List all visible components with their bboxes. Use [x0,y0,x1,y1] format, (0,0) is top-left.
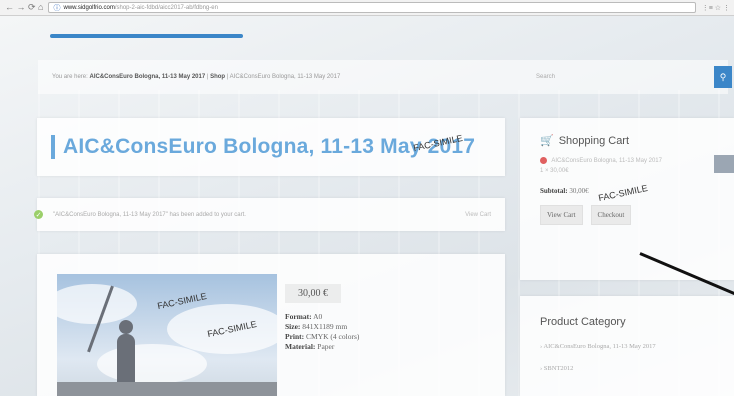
spec-value: CMYK (4 colors) [304,332,360,341]
search-button[interactable]: ⚲ [714,66,732,88]
page-title-card: AIC&ConsEuro Bologna, 11-13 May 2017 FAC… [37,118,505,176]
remove-item-icon[interactable] [540,157,547,164]
subtotal-label: Subtotal: [540,187,568,196]
product-specs: Format: A0 Size: 841X1189 mm Print: CMYK… [285,312,359,352]
url-path: /shop-2-aic-fdbd/aicc2017-ab/fdbng-en [114,4,218,11]
cart-icon: 🛒 [540,135,554,147]
product-card: FAC-SIMILE FAC-SIMILE 30,00 € Format: A0… [37,254,505,396]
header-accent-bar [50,34,243,38]
product-price: 30,00 € [285,284,341,303]
cart-item: AIC&ConsEuro Bologna, 11-13 May 2017 1 ×… [540,155,734,175]
category-item[interactable]: › SBNT2012 [540,358,734,380]
spec-label: Material: [285,342,316,351]
checkout-button[interactable]: Checkout [590,205,632,226]
title-accent-bar [51,135,55,159]
spec-label: Format: [285,312,312,321]
breadcrumb-current: AIC&ConsEuro Bologna, 11-13 May 2017 [229,74,341,80]
breadcrumb-link-event[interactable]: AIC&ConsEuro Bologna, 11-13 May 2017 [89,74,205,80]
image-ground [57,382,277,396]
image-cloud [97,344,207,384]
info-icon[interactable]: ⓘ [53,3,60,13]
shopping-cart-widget: 🛒 Shopping Cart AIC&ConsEuro Bologna, 11… [520,118,734,280]
view-cart-button[interactable]: View Cart [540,205,583,226]
cart-title: Shopping Cart [558,134,630,147]
search-placeholder: Search [536,74,556,80]
breadcrumb-bar: You are here: AIC&ConsEuro Bologna, 11-1… [38,60,732,94]
watermark: FAC-SIMILE [597,182,649,204]
subtotal-value: 30,00€ [567,187,589,196]
category-item[interactable]: › AIC&ConsEuro Bologna, 11-13 May 2017 [540,336,734,358]
product-category-widget: Product Category › AIC&ConsEuro Bologna,… [520,296,734,396]
spec-value: 841X1189 mm [300,322,348,331]
notice-message: "AIC&ConsEuro Bologna, 11-13 May 2017" h… [53,211,246,218]
browser-right-icons[interactable]: ⋮≡ ☆ ⋮ [702,4,734,12]
product-image[interactable]: FAC-SIMILE FAC-SIMILE [57,274,277,396]
address-bar[interactable]: ⓘ www.sidgolfrio.com /shop-2-aic-fdbd/ai… [48,2,696,13]
breadcrumb: You are here: AIC&ConsEuro Bologna, 11-1… [38,74,533,80]
category-list: › AIC&ConsEuro Bologna, 11-13 May 2017 ›… [540,336,734,380]
spec-value: Paper [315,342,335,351]
category-item-label[interactable]: SBNT2012 [544,365,574,372]
category-item-label[interactable]: AIC&ConsEuro Bologna, 11-13 May 2017 [543,343,655,350]
spec-value: A0 [311,312,323,321]
url-host: www.sidgolfrio.com [63,4,115,11]
spec-row: Material: Paper [285,342,359,352]
cart-heading: 🛒 Shopping Cart [540,134,734,148]
spec-label: Size: [285,322,301,331]
notice-view-cart-link[interactable]: View Cart [465,212,491,218]
cart-item-thumbnail [714,155,734,173]
image-cloud [57,284,137,324]
spec-row: Format: A0 [285,312,359,322]
breadcrumb-link-shop[interactable]: Shop [210,74,225,80]
search-icon: ⚲ [719,71,727,82]
spec-row: Print: CMYK (4 colors) [285,332,359,342]
spec-row: Size: 841X1189 mm [285,322,359,332]
search-input[interactable]: Search ⚲ [533,60,732,94]
browser-nav-buttons[interactable]: ← → ⟳ ⌂ [0,2,48,13]
cart-buttons: View Cart Checkout [540,205,734,226]
category-title: Product Category [540,316,626,328]
cart-notice: ✓ "AIC&ConsEuro Bologna, 11-13 May 2017"… [34,198,505,231]
breadcrumb-prefix: You are here: [52,74,90,80]
cart-item-quantity: 1 × 30,00€ [540,168,569,175]
cart-item-name[interactable]: AIC&ConsEuro Bologna, 11-13 May 2017 [551,158,662,164]
image-figure-head [119,320,133,334]
check-icon: ✓ [34,210,43,219]
browser-toolbar: ← → ⟳ ⌂ ⓘ www.sidgolfrio.com /shop-2-aic… [0,0,734,16]
spec-label: Print: [285,332,305,341]
